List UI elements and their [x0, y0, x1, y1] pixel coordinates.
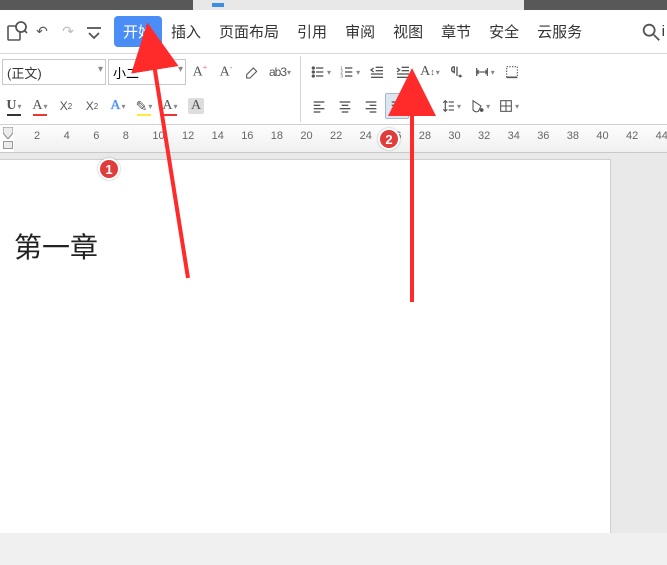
- ruler-tick-label: 34: [508, 130, 520, 142]
- ruler-tick-label: 30: [448, 130, 460, 142]
- chevron-down-icon: ▾: [178, 64, 183, 75]
- font-name-value: (正文): [7, 63, 42, 82]
- page[interactable]: 第一章: [0, 159, 611, 533]
- shading-button[interactable]: ▾: [466, 93, 493, 119]
- ruler-tick-label: 24: [360, 130, 372, 142]
- ruler-tick-label: 36: [537, 130, 549, 142]
- font-color-button[interactable]: A ▾: [158, 93, 182, 119]
- align-left-button[interactable]: [307, 93, 331, 119]
- quickaccess-icon[interactable]: [4, 20, 28, 44]
- char-shading-button[interactable]: A: [184, 93, 208, 119]
- phonetic-guide-button[interactable]: ab3▾: [266, 59, 294, 85]
- ribbon-toolbar: (正文) ▾ 小二 ▾ A+ A- ab3▾: [0, 54, 667, 125]
- ltr-direction-button[interactable]: [445, 59, 469, 85]
- search-icon[interactable]: [640, 21, 662, 43]
- text-direction-button[interactable]: A↕▾: [417, 59, 443, 85]
- tab-reference[interactable]: 引用: [288, 16, 336, 47]
- annotation-badge-2: 2: [378, 128, 400, 150]
- highlight-button[interactable]: ✎ ▾: [132, 93, 156, 119]
- font-effects-button[interactable]: A ▾: [28, 93, 52, 119]
- search-text-fragment: i: [662, 23, 665, 40]
- ruler-tick-label: 10: [152, 130, 164, 142]
- shrink-font-button[interactable]: A-: [214, 59, 238, 85]
- chevron-down-icon: ▾: [98, 64, 103, 75]
- tab-insert[interactable]: 插入: [162, 16, 210, 47]
- ruler-tick-label: 14: [212, 130, 224, 142]
- font-group: (正文) ▾ 小二 ▾ A+ A- ab3▾: [2, 56, 294, 122]
- clear-format-button[interactable]: [240, 59, 264, 85]
- ruler-tick-label: 18: [271, 130, 283, 142]
- customize-qat-button[interactable]: [82, 20, 106, 44]
- ruler-tick-label: 4: [64, 130, 70, 142]
- underline-button[interactable]: U ▾: [2, 93, 26, 119]
- tab-review[interactable]: 审阅: [336, 16, 384, 47]
- grow-font-button[interactable]: A+: [188, 59, 212, 85]
- align-distribute-button[interactable]: [411, 93, 435, 119]
- window-titlebar: [0, 0, 667, 10]
- tab-cloud[interactable]: 云服务: [528, 16, 591, 47]
- ribbon-tabs: 开始 插入 页面布局 引用 审阅 视图 章节 安全 云服务: [114, 16, 591, 47]
- superscript-button[interactable]: X2: [54, 93, 78, 119]
- tab-section[interactable]: 章节: [432, 16, 480, 47]
- annotation-badge-1: 1: [98, 158, 120, 180]
- paragraph-group: ▾ 1 2 3 ▾: [300, 56, 524, 122]
- numbering-button[interactable]: 1 2 3 ▾: [336, 59, 363, 85]
- char-spacing-button[interactable]: ▾: [471, 59, 498, 85]
- text-effects-button[interactable]: A▾: [106, 93, 130, 119]
- ruler-tick-label: 8: [123, 130, 129, 142]
- align-justify-button[interactable]: [385, 93, 409, 119]
- left-margin-marker[interactable]: [3, 141, 13, 149]
- ruler-tick-label: 12: [182, 130, 194, 142]
- ruler-tick-label: 16: [241, 130, 253, 142]
- tab-start[interactable]: 开始: [114, 16, 162, 47]
- undo-button[interactable]: ↶: [30, 20, 54, 44]
- font-name-combo[interactable]: (正文) ▾: [2, 59, 106, 85]
- line-spacing-button[interactable]: ▾: [437, 93, 464, 119]
- ruler-tick-label: 20: [300, 130, 312, 142]
- borders-button[interactable]: ▾: [495, 93, 522, 119]
- tab-view[interactable]: 视图: [384, 16, 432, 47]
- menu-row: ↶ ↷ 开始 插入 页面布局 引用 审阅 视图 章节 安全 云服务 i: [0, 10, 667, 54]
- heading-text[interactable]: 第一章: [14, 226, 98, 266]
- document-area: 第一章: [0, 153, 667, 533]
- font-size-value: 小二: [113, 63, 139, 82]
- font-size-combo[interactable]: 小二 ▾: [108, 59, 186, 85]
- ruler-tick-label: 40: [596, 130, 608, 142]
- borders-bottom-button[interactable]: [500, 59, 524, 85]
- tab-layout[interactable]: 页面布局: [210, 16, 288, 47]
- tab-security[interactable]: 安全: [480, 16, 528, 47]
- ruler-tick-label: 42: [626, 130, 638, 142]
- ruler-tick-label: 44: [656, 130, 667, 142]
- align-center-button[interactable]: [333, 93, 357, 119]
- decrease-indent-button[interactable]: [365, 59, 389, 85]
- indent-marker-icon[interactable]: [3, 127, 13, 139]
- ruler-tick-label: 32: [478, 130, 490, 142]
- ruler-tick-label: 38: [567, 130, 579, 142]
- svg-text:3: 3: [340, 73, 343, 78]
- ruler-tick-label: 2: [34, 130, 40, 142]
- ruler-tick-label: 28: [419, 130, 431, 142]
- increase-indent-button[interactable]: [391, 59, 415, 85]
- ruler-tick-label: 22: [330, 130, 342, 142]
- bullets-button[interactable]: ▾: [307, 59, 334, 85]
- ruler-tick-label: 6: [93, 130, 99, 142]
- subscript-button[interactable]: X2: [80, 93, 104, 119]
- horizontal-ruler[interactable]: 2468101214161820222426283032343638404244: [0, 125, 667, 153]
- align-right-button[interactable]: [359, 93, 383, 119]
- redo-button[interactable]: ↷: [56, 20, 80, 44]
